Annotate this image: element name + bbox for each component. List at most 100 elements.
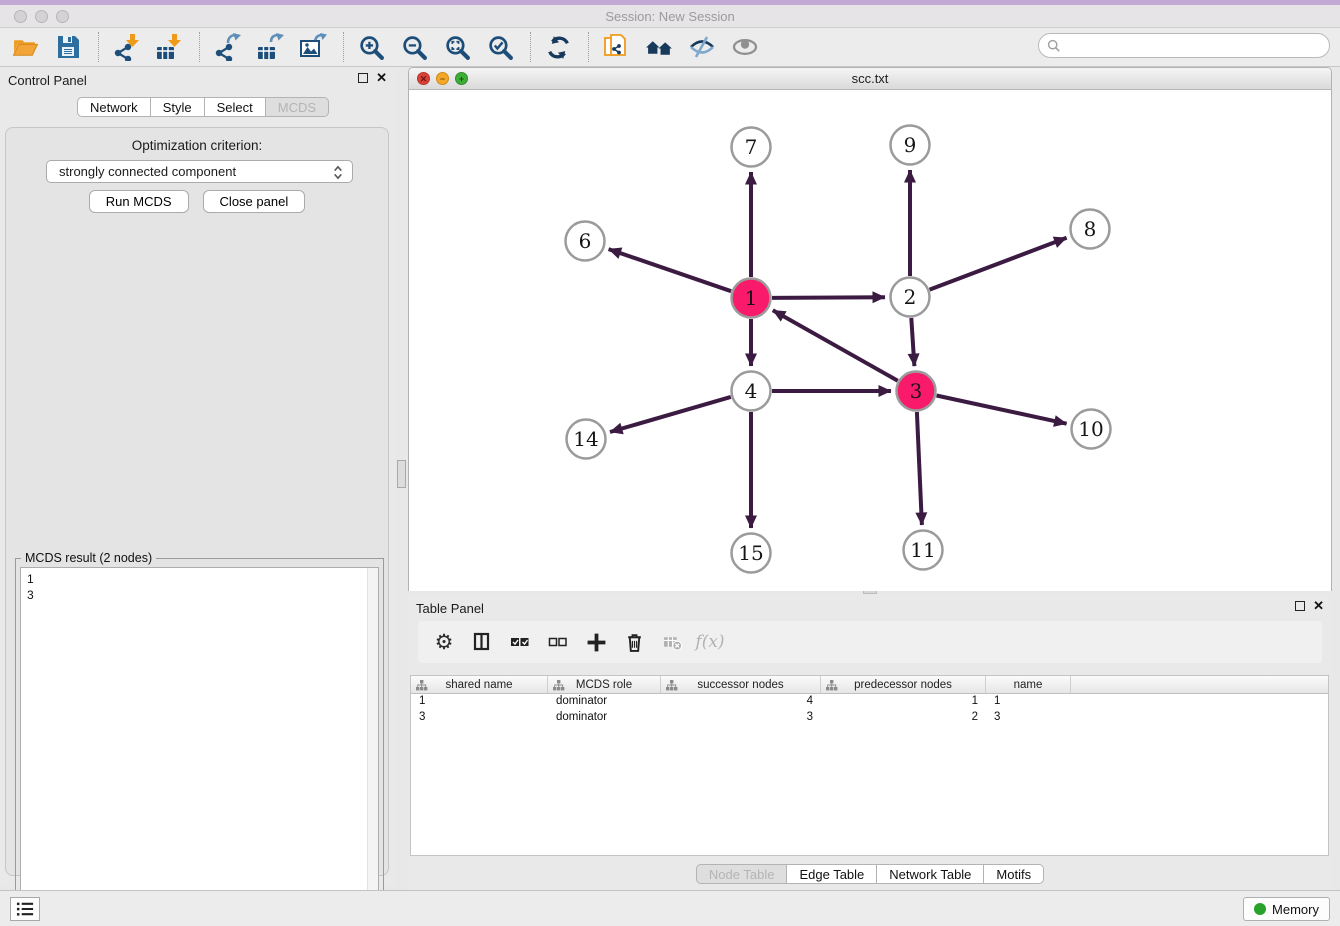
- tab-select[interactable]: Select: [205, 97, 266, 117]
- graph-node-11[interactable]: 11: [904, 531, 943, 570]
- vertical-splitter-handle[interactable]: [397, 460, 406, 488]
- table-row[interactable]: 1dominator411: [411, 694, 1328, 710]
- memory-button[interactable]: Memory: [1243, 897, 1330, 921]
- column-header-successor-nodes[interactable]: successor nodes: [661, 676, 821, 693]
- select-all-icon[interactable]: [508, 630, 532, 654]
- column-header-shared-name[interactable]: shared name: [411, 676, 548, 693]
- toolbar-separator: [530, 32, 531, 62]
- table-cell[interactable]: 2: [821, 710, 986, 726]
- select-stepper-icon: [330, 164, 346, 181]
- table-cell[interactable]: 3: [661, 710, 821, 726]
- add-row-icon[interactable]: [584, 630, 608, 654]
- network-file-transfer-icon[interactable]: [599, 30, 633, 64]
- search-input[interactable]: [1065, 39, 1329, 53]
- zoom-selected-icon[interactable]: [483, 30, 517, 64]
- svg-text:15: 15: [738, 541, 763, 565]
- tab-mcds[interactable]: MCDS: [266, 97, 329, 117]
- deselect-all-icon[interactable]: [546, 630, 570, 654]
- close-table-panel-icon[interactable]: ✕: [1313, 600, 1324, 612]
- column-header-name[interactable]: name: [986, 676, 1071, 693]
- graph-edge-3-10[interactable]: [937, 396, 1067, 424]
- toggle-panels-icon[interactable]: [470, 630, 494, 654]
- show-task-history-button[interactable]: [10, 897, 40, 921]
- search-field[interactable]: [1038, 33, 1330, 58]
- graph-edge-4-14[interactable]: [610, 397, 731, 432]
- graph-node-1[interactable]: 1: [732, 279, 771, 318]
- table-settings-icon[interactable]: ⚙: [432, 630, 456, 654]
- tab-edge-table[interactable]: Edge Table: [787, 864, 877, 884]
- open-session-icon[interactable]: [8, 30, 42, 64]
- zoom-out-icon[interactable]: [397, 30, 431, 64]
- svg-text:1: 1: [745, 286, 758, 310]
- table-cell[interactable]: dominator: [548, 710, 661, 726]
- apply-layout-icon[interactable]: [541, 30, 575, 64]
- graph-node-4[interactable]: 4: [732, 372, 771, 411]
- graph-edge-2-3[interactable]: [911, 318, 914, 366]
- run-mcds-button[interactable]: Run MCDS: [89, 190, 189, 213]
- delete-table-icon[interactable]: [660, 630, 684, 654]
- zoom-in-icon[interactable]: [354, 30, 388, 64]
- column-header-MCDS-role[interactable]: MCDS role: [548, 676, 661, 693]
- table-cell[interactable]: 1: [411, 694, 548, 710]
- float-panel-icon[interactable]: [358, 73, 368, 83]
- table-cell[interactable]: dominator: [548, 694, 661, 710]
- graph-node-15[interactable]: 15: [732, 534, 771, 573]
- hide-panels-icon[interactable]: [685, 30, 719, 64]
- graph-node-10[interactable]: 10: [1072, 410, 1111, 449]
- graph-node-14[interactable]: 14: [567, 420, 606, 459]
- graph-node-7[interactable]: 7: [732, 128, 771, 167]
- tab-network[interactable]: Network: [77, 97, 151, 117]
- graph-node-9[interactable]: 9: [891, 126, 930, 165]
- delete-row-icon[interactable]: [622, 630, 646, 654]
- svg-text:7: 7: [745, 135, 758, 159]
- table-cell[interactable]: 4: [661, 694, 821, 710]
- svg-text:8: 8: [1084, 217, 1097, 241]
- tab-node-table[interactable]: Node Table: [696, 864, 788, 884]
- memory-status-icon: [1254, 903, 1266, 915]
- table-cell[interactable]: 1: [821, 694, 986, 710]
- graph-edge-2-8[interactable]: [930, 238, 1067, 290]
- graph-edge-1-2[interactable]: [772, 297, 885, 298]
- table-header-row[interactable]: shared nameMCDS rolesuccessor nodesprede…: [411, 676, 1328, 694]
- mcds-result-value[interactable]: 3: [27, 587, 372, 603]
- mcds-result-value[interactable]: 1: [27, 571, 372, 587]
- graph-node-3[interactable]: 3: [897, 372, 936, 411]
- export-network-icon[interactable]: [210, 30, 244, 64]
- network-window-titlebar[interactable]: ✕ − + scc.txt: [409, 68, 1331, 90]
- tab-style[interactable]: Style: [151, 97, 205, 117]
- float-table-panel-icon[interactable]: [1295, 601, 1305, 611]
- export-table-icon[interactable]: [253, 30, 287, 64]
- zoom-fit-icon[interactable]: [440, 30, 474, 64]
- tab-network-table[interactable]: Network Table: [877, 864, 984, 884]
- node-table[interactable]: shared nameMCDS rolesuccessor nodesprede…: [410, 675, 1329, 856]
- table-cell[interactable]: 3: [411, 710, 548, 726]
- table-cell[interactable]: 3: [986, 710, 1071, 726]
- import-table-icon[interactable]: [152, 30, 186, 64]
- graph-edge-3-11[interactable]: [917, 412, 922, 525]
- graph-edge-3-1[interactable]: [773, 310, 898, 380]
- open-app-manager-icon[interactable]: [642, 30, 676, 64]
- import-network-icon[interactable]: [109, 30, 143, 64]
- tab-motifs[interactable]: Motifs: [984, 864, 1044, 884]
- close-panel-button[interactable]: Close panel: [203, 190, 306, 213]
- graph-node-8[interactable]: 8: [1071, 210, 1110, 249]
- result-scrollbar[interactable]: [367, 568, 378, 926]
- session-title: Session: New Session: [0, 9, 1340, 24]
- table-row[interactable]: 3dominator323: [411, 710, 1328, 726]
- table-cell[interactable]: 1: [986, 694, 1071, 710]
- optimization-criterion-select[interactable]: strongly connected component: [46, 160, 353, 183]
- mcds-result-list[interactable]: 13: [20, 567, 379, 926]
- export-image-icon[interactable]: [296, 30, 330, 64]
- save-session-icon[interactable]: [51, 30, 85, 64]
- column-header-predecessor-nodes[interactable]: predecessor nodes: [821, 676, 986, 693]
- svg-text:14: 14: [573, 427, 598, 451]
- show-panels-icon[interactable]: [728, 30, 762, 64]
- search-icon: [1047, 39, 1061, 53]
- close-panel-icon[interactable]: ✕: [376, 72, 387, 84]
- graph-node-6[interactable]: 6: [566, 222, 605, 261]
- graph-edge-1-6[interactable]: [609, 249, 732, 291]
- network-canvas[interactable]: 7 9 6 8 1 2 4 3 14 10 15 11: [409, 90, 1331, 591]
- toolbar-separator: [199, 32, 200, 62]
- function-builder-icon[interactable]: f(x): [698, 630, 722, 654]
- graph-node-2[interactable]: 2: [891, 278, 930, 317]
